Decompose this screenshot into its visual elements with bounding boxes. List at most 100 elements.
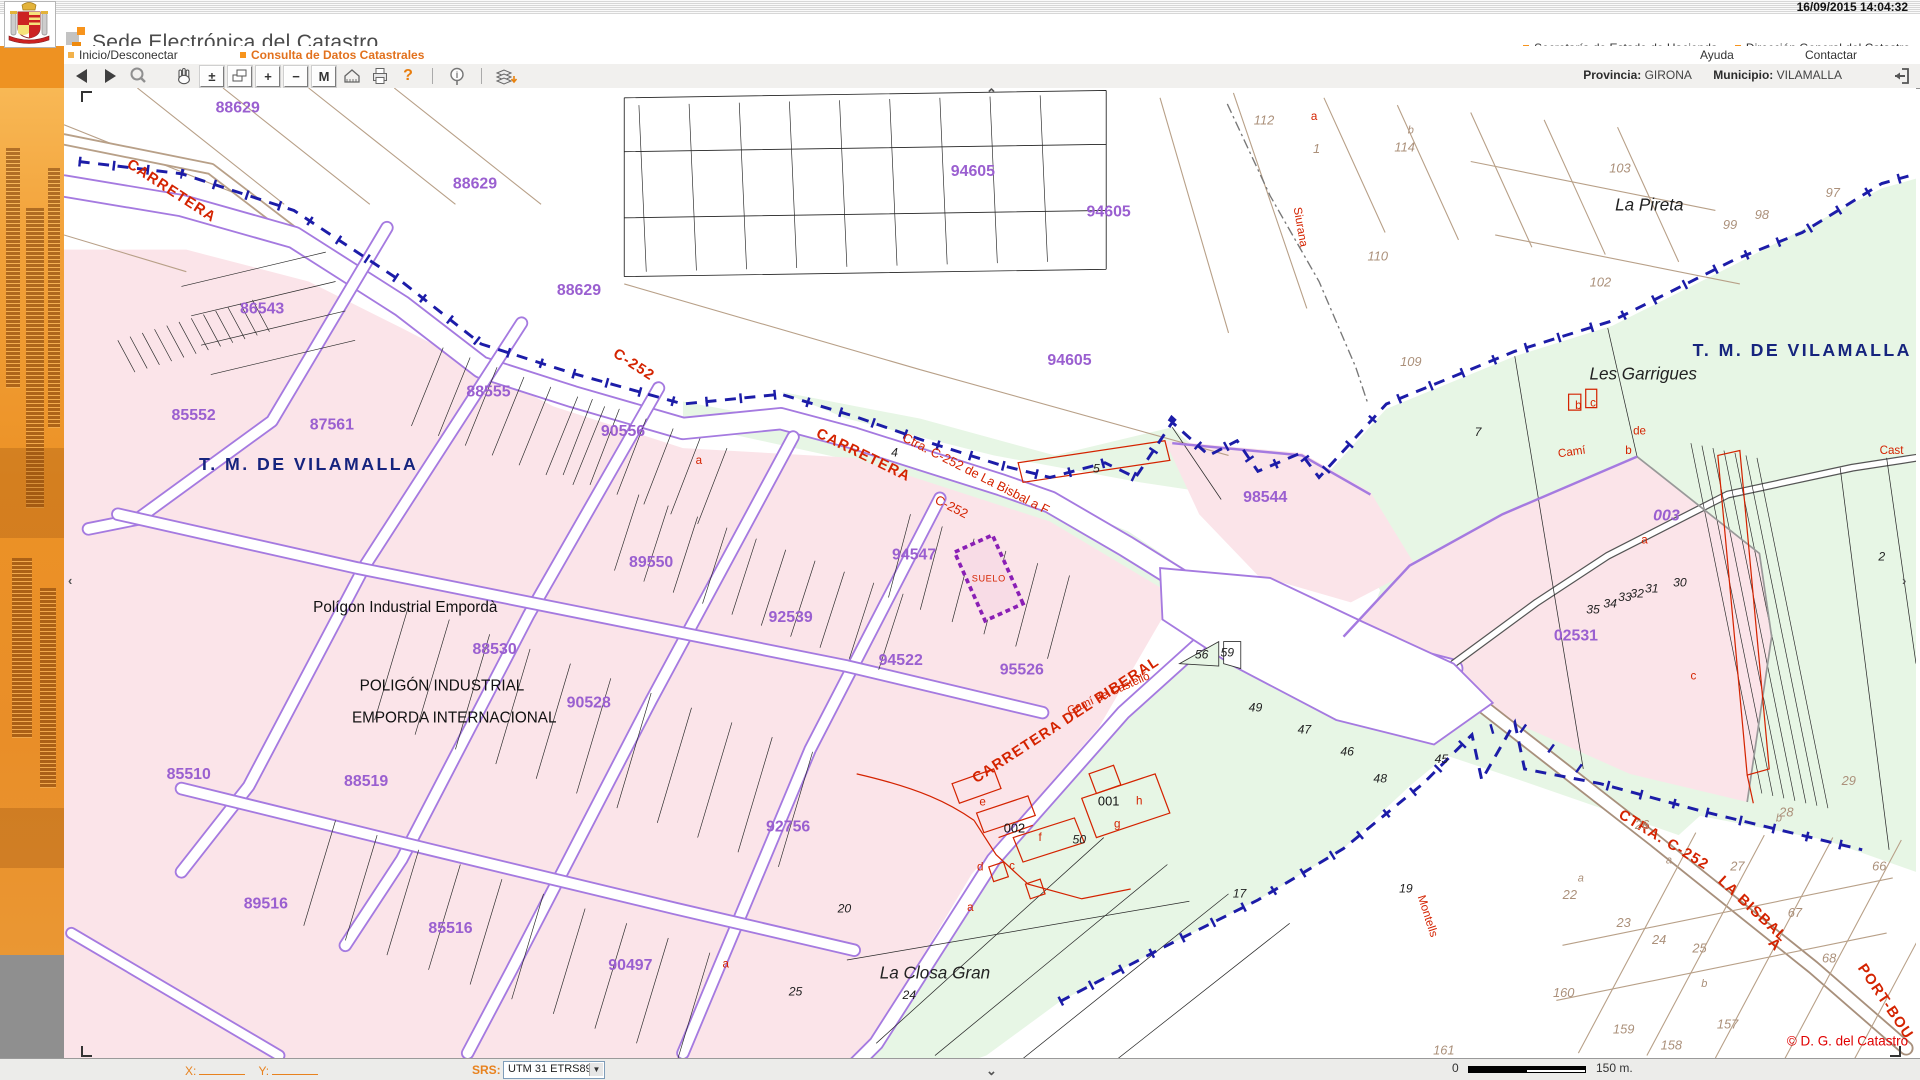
map-label: 159 [1613, 1021, 1634, 1036]
map-label: 94605 [1047, 352, 1091, 369]
map-label: Polígon Industrial Empordà [313, 599, 498, 616]
map-label: b [1625, 444, 1631, 457]
province-label: Provincia: [1583, 68, 1641, 82]
zoom-icon[interactable] [126, 65, 150, 87]
map-label: b [1776, 813, 1782, 825]
map-label: 02531 [1554, 627, 1598, 644]
map-label: 001 [1098, 794, 1119, 809]
map-label: 90556 [601, 423, 645, 440]
map-label: b [1408, 124, 1414, 136]
tab-inicio-desconectar[interactable]: Inicio/Desconectar [68, 48, 178, 62]
map-label: 66 [1872, 859, 1887, 874]
y-coordinate-field[interactable] [272, 1063, 318, 1075]
tab-consulta-datos-catastrales[interactable]: Consulta de Datos Catastrales [240, 48, 424, 62]
top-stripe-bar: 16/09/2015 14:04:32 [0, 0, 1920, 14]
map-label: h [1136, 794, 1142, 807]
map-label: 112 [1254, 113, 1274, 128]
map-label: La Pireta [1615, 194, 1684, 214]
map-label: T. M. DE VILAMALLA [1693, 340, 1912, 360]
map-label: 90528 [567, 695, 611, 712]
spain-coat-of-arms-logo [4, 1, 56, 48]
zoom-out-button[interactable]: − [284, 66, 308, 87]
forward-icon[interactable] [98, 65, 122, 87]
zoom-municipality-button[interactable]: M [312, 66, 336, 87]
map-label: 99 [1723, 217, 1737, 232]
map-label: g [1114, 818, 1120, 831]
parcel-grid [624, 90, 1106, 276]
x-coordinate-field[interactable] [199, 1063, 245, 1075]
map-label: T. M. DE VILAMALLA [199, 454, 418, 474]
layers-icon[interactable] [494, 65, 518, 87]
city-photo [0, 88, 64, 955]
map-label: 102 [1590, 274, 1611, 289]
map-label: 68 [1822, 950, 1837, 965]
link-contactar[interactable]: Contactar [1805, 48, 1857, 62]
map-label: a [1578, 873, 1584, 885]
map-label: 98 [1755, 207, 1770, 222]
zoom-in-button[interactable]: + [256, 66, 280, 87]
zoom-plus-minus-button[interactable]: ± [200, 66, 224, 87]
back-icon[interactable] [70, 65, 94, 87]
y-coordinate-label: Y: [258, 1064, 269, 1078]
map-label: 002 [1004, 821, 1025, 836]
map-label: e [979, 796, 985, 809]
pan-up-arrow[interactable]: ⌃ [986, 89, 997, 99]
map-corner-mark [1890, 1046, 1901, 1057]
map-label: b [1701, 978, 1707, 990]
map-label: 94522 [879, 652, 923, 669]
map-label: a [723, 957, 730, 970]
map-label: 7 [1475, 425, 1483, 439]
map-label: Cast [1880, 444, 1905, 457]
map-label: 4 [891, 446, 898, 460]
map-label: 85552 [172, 407, 216, 424]
map-label: 24 [901, 988, 916, 1002]
scale-bar [1468, 1066, 1588, 1073]
datetime: 16/09/2015 14:04:32 [1797, 0, 1908, 14]
map-corner-mark [81, 1046, 92, 1057]
pan-left-arrow[interactable]: ‹ [68, 576, 72, 586]
map-label: a [1641, 534, 1648, 547]
cadastral-map[interactable]: 8862988629886299460594605946058654385552… [64, 88, 1916, 1058]
map-label: b [1575, 399, 1581, 412]
map-label: 31 [1645, 582, 1659, 596]
header: Sede Electrónica del Catastro Secretaría… [0, 14, 1920, 46]
pan-right-arrow[interactable]: › [1902, 576, 1906, 586]
tab-bar: Inicio/Desconectar Consulta de Datos Cat… [0, 46, 1920, 65]
map-label: d [977, 861, 983, 874]
map-label: a [1311, 110, 1318, 123]
map-label: 25 [788, 985, 803, 999]
toolbar-separator [481, 68, 482, 84]
zoom-window-button[interactable] [228, 66, 252, 87]
map-label: a [696, 454, 703, 467]
map-label: 89516 [244, 896, 288, 913]
map-label: 30 [1673, 575, 1687, 589]
map-label: 95526 [1000, 662, 1044, 679]
pan-down-arrow[interactable]: ⌄ [986, 1063, 997, 1079]
map-label: 90497 [608, 957, 652, 974]
map-label: 32 [1630, 586, 1644, 600]
map-label: 160 [1553, 985, 1575, 1000]
srs-select[interactable]: UTM 31 ETRS89 ▼ [503, 1061, 605, 1079]
municipality-label: Municipio: [1713, 68, 1773, 82]
map-label: 1 [1313, 141, 1320, 156]
measure-building-icon[interactable] [340, 65, 364, 87]
help-icon[interactable]: ? [396, 65, 420, 87]
map-label: c [1590, 396, 1596, 409]
map-label: 17 [1233, 887, 1248, 901]
toolbar-separator [432, 68, 433, 84]
info-point-icon[interactable]: i [445, 65, 469, 87]
map-label: 114 [1394, 140, 1414, 155]
map-label: 158 [1661, 1037, 1683, 1052]
map-label: 19 [1399, 882, 1413, 896]
map-label: 27 [1729, 859, 1745, 874]
bullet-icon [240, 52, 246, 58]
map-label: c [1009, 859, 1015, 872]
map-label: 35 [1586, 602, 1600, 616]
link-ayuda[interactable]: Ayuda [1700, 48, 1734, 62]
pan-hand-icon[interactable] [172, 65, 196, 87]
map-label: 87561 [310, 417, 354, 434]
print-icon[interactable] [368, 65, 392, 87]
map-label: 5 [1093, 462, 1100, 476]
map-label: 25 [1691, 941, 1707, 956]
map-label: 34 [1603, 596, 1617, 610]
